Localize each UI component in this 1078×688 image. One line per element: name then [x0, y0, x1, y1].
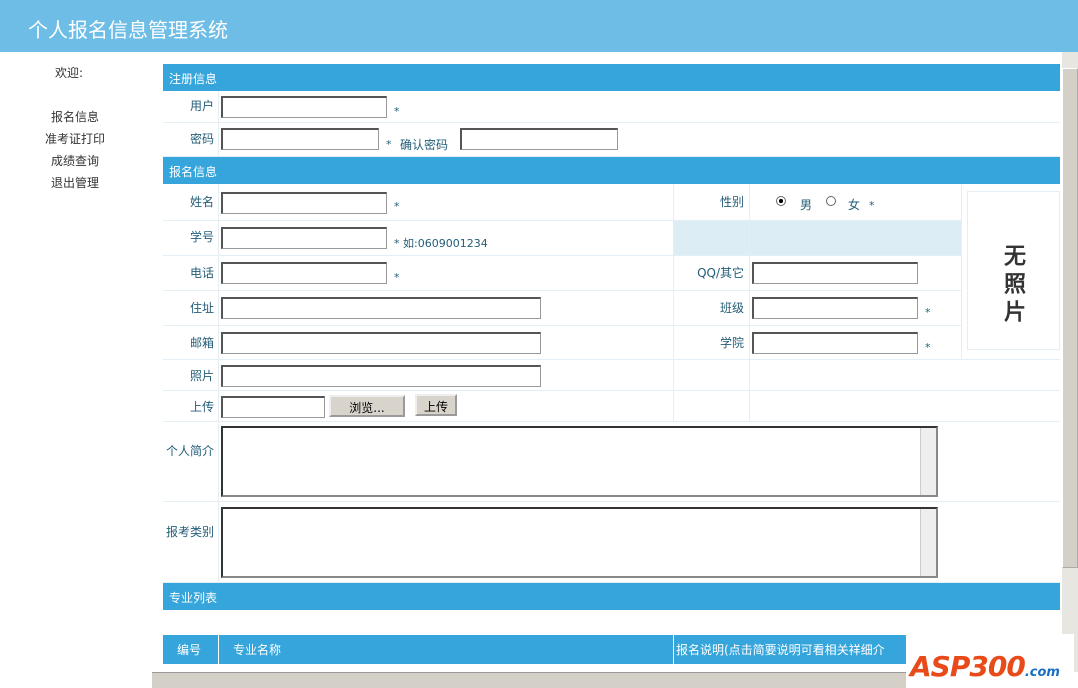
confirm-password-label: 确认密码	[400, 138, 449, 152]
vertical-scrollbar[interactable]	[1062, 52, 1078, 672]
required-star: *	[386, 138, 392, 151]
class-label: 班级	[719, 301, 744, 315]
student-id-label: 学号	[189, 230, 214, 244]
upload-label: 上传	[189, 400, 214, 414]
gender-female-label: 女	[848, 198, 861, 212]
section-majors: 专业列表	[163, 583, 1060, 610]
sidebar-item-logout[interactable]: 退出管理	[0, 174, 150, 191]
sidebar-item-admission-ticket[interactable]: 准考证打印	[0, 130, 150, 147]
password-label: 密码	[189, 132, 214, 146]
qq-input[interactable]	[752, 262, 918, 284]
student-id-hint: * 如:0609001234	[394, 237, 488, 250]
required-star: *	[394, 271, 400, 284]
required-star: *	[925, 341, 931, 354]
scrollbar-thumb[interactable]	[1062, 68, 1078, 568]
sidebar-item-signup-info[interactable]: 报名信息	[0, 108, 150, 125]
user-input[interactable]	[221, 96, 387, 118]
name-label: 姓名	[189, 195, 214, 209]
email-label: 邮箱	[189, 336, 214, 350]
name-input[interactable]	[221, 192, 387, 214]
photo-path-input[interactable]	[221, 365, 541, 387]
address-input[interactable]	[221, 297, 541, 319]
sidebar-item-score-query[interactable]: 成绩查询	[0, 152, 150, 169]
student-id-input[interactable]	[221, 227, 387, 249]
phone-label: 电话	[189, 266, 214, 280]
col-major-name: 专业名称	[219, 635, 673, 664]
col-id: 编号	[163, 635, 218, 664]
college-label: 学院	[719, 336, 744, 350]
photo-label: 照片	[189, 369, 214, 383]
bio-textarea[interactable]	[221, 426, 938, 497]
confirm-password-input[interactable]	[460, 128, 618, 150]
class-input[interactable]	[752, 297, 918, 319]
welcome-text: 欢迎:	[54, 66, 84, 80]
user-label: 用户	[189, 99, 214, 113]
gender-label: 性别	[719, 195, 744, 209]
address-label: 住址	[189, 301, 214, 315]
gender-female-radio[interactable]	[826, 196, 836, 206]
required-star: *	[394, 200, 400, 213]
bio-label: 个人简介	[166, 444, 215, 458]
category-label: 报考类别	[166, 525, 215, 539]
gender-male-radio[interactable]	[776, 196, 786, 206]
watermark-logo: ASP300.com	[906, 634, 1074, 688]
college-input[interactable]	[752, 332, 918, 354]
required-star: *	[869, 199, 875, 212]
app-title: 个人报名信息管理系统	[28, 18, 228, 42]
section-register: 注册信息	[163, 64, 1060, 91]
required-star: *	[394, 105, 400, 118]
email-input[interactable]	[221, 332, 541, 354]
qq-label: QQ/其它	[697, 266, 744, 280]
app-header: 个人报名信息管理系统	[0, 0, 1078, 52]
browse-button[interactable]: 浏览...	[329, 395, 405, 417]
phone-input[interactable]	[221, 262, 387, 284]
section-signup: 报名信息	[163, 157, 1060, 184]
required-star: *	[925, 306, 931, 319]
category-textarea[interactable]	[221, 507, 938, 578]
file-input[interactable]	[221, 396, 325, 418]
password-input[interactable]	[221, 128, 379, 150]
gender-male-label: 男	[800, 198, 813, 212]
upload-button[interactable]: 上传	[415, 394, 457, 416]
no-photo-placeholder: 无照片	[967, 191, 1060, 350]
